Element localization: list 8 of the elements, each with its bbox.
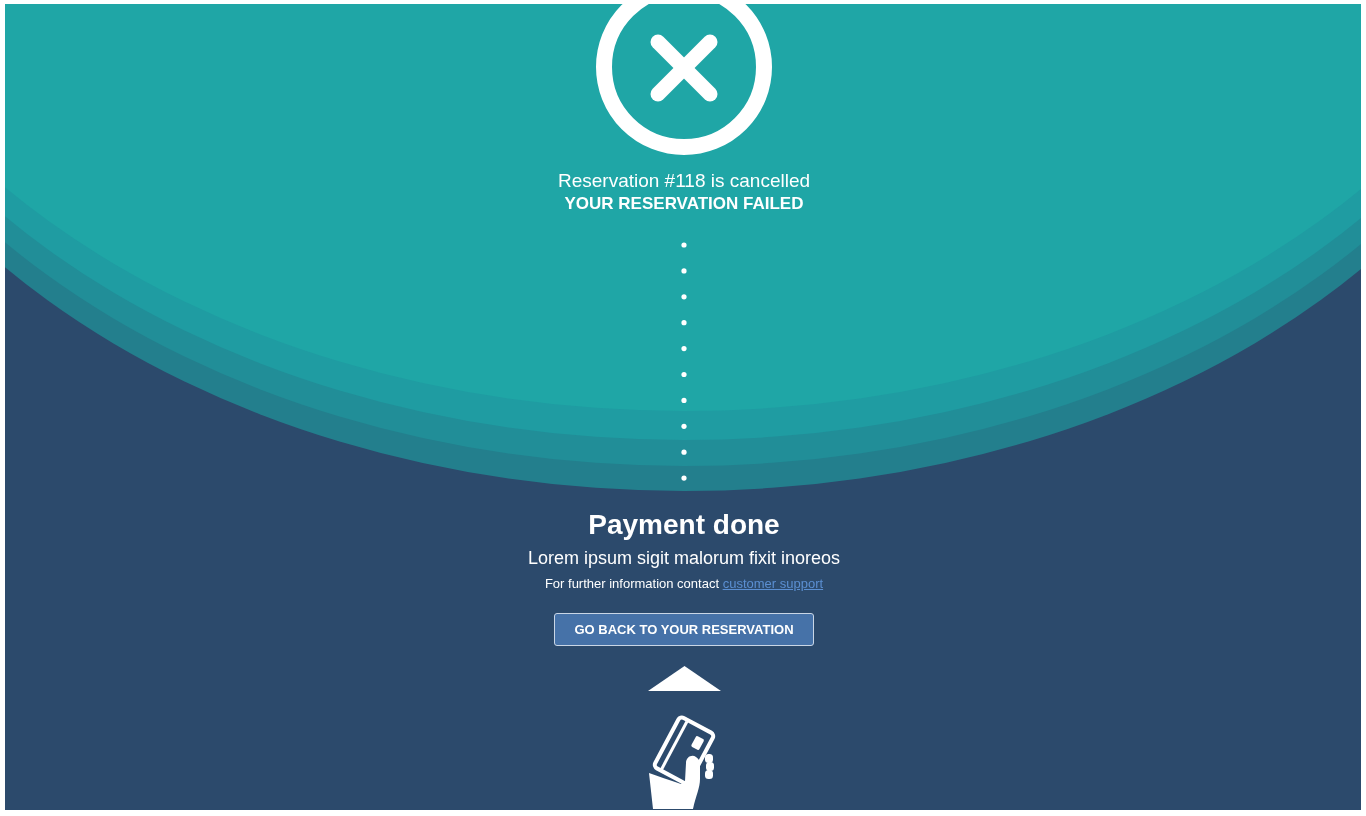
contact-text: For further information contact customer support (544, 575, 824, 593)
status-headline: YOUR RESERVATION FAILED (564, 193, 804, 215)
payment-title: Payment done (588, 508, 780, 542)
payment-subtitle: Lorem ipsum sigit malorum fixit inoreos (527, 547, 841, 570)
back-button[interactable]: GO BACK TO YOUR RESERVATION (554, 613, 814, 646)
up-triangle-icon (647, 666, 721, 691)
status-text: Reservation #118 is cancelled (557, 170, 811, 192)
support-link[interactable]: customer support (722, 576, 824, 591)
